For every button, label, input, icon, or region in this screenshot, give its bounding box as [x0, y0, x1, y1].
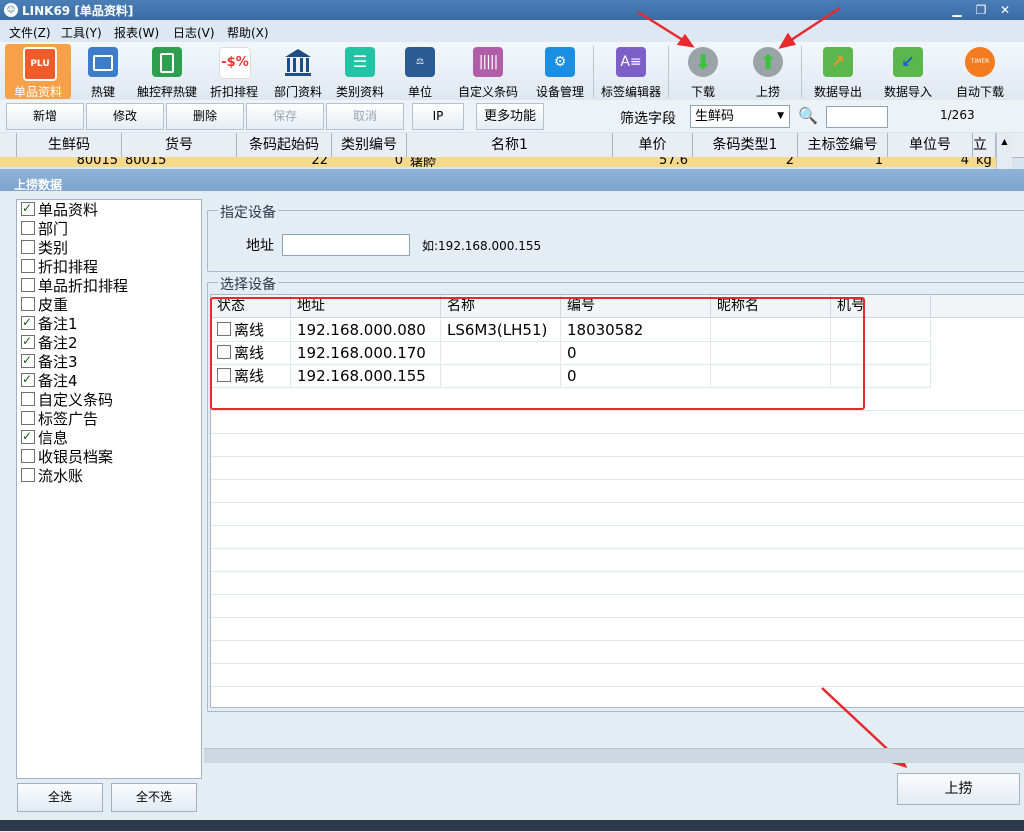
horizontal-scrollbar[interactable]: [204, 748, 1024, 763]
arrow-to-upload-icon: [787, 6, 841, 44]
arrow-head-icon: [778, 32, 797, 49]
arrow-to-download-icon: [637, 10, 687, 44]
taskbar: [0, 820, 1024, 831]
fetch-submit-button[interactable]: 上捞: [897, 773, 1020, 805]
annotation-arrows: [637, 6, 908, 769]
